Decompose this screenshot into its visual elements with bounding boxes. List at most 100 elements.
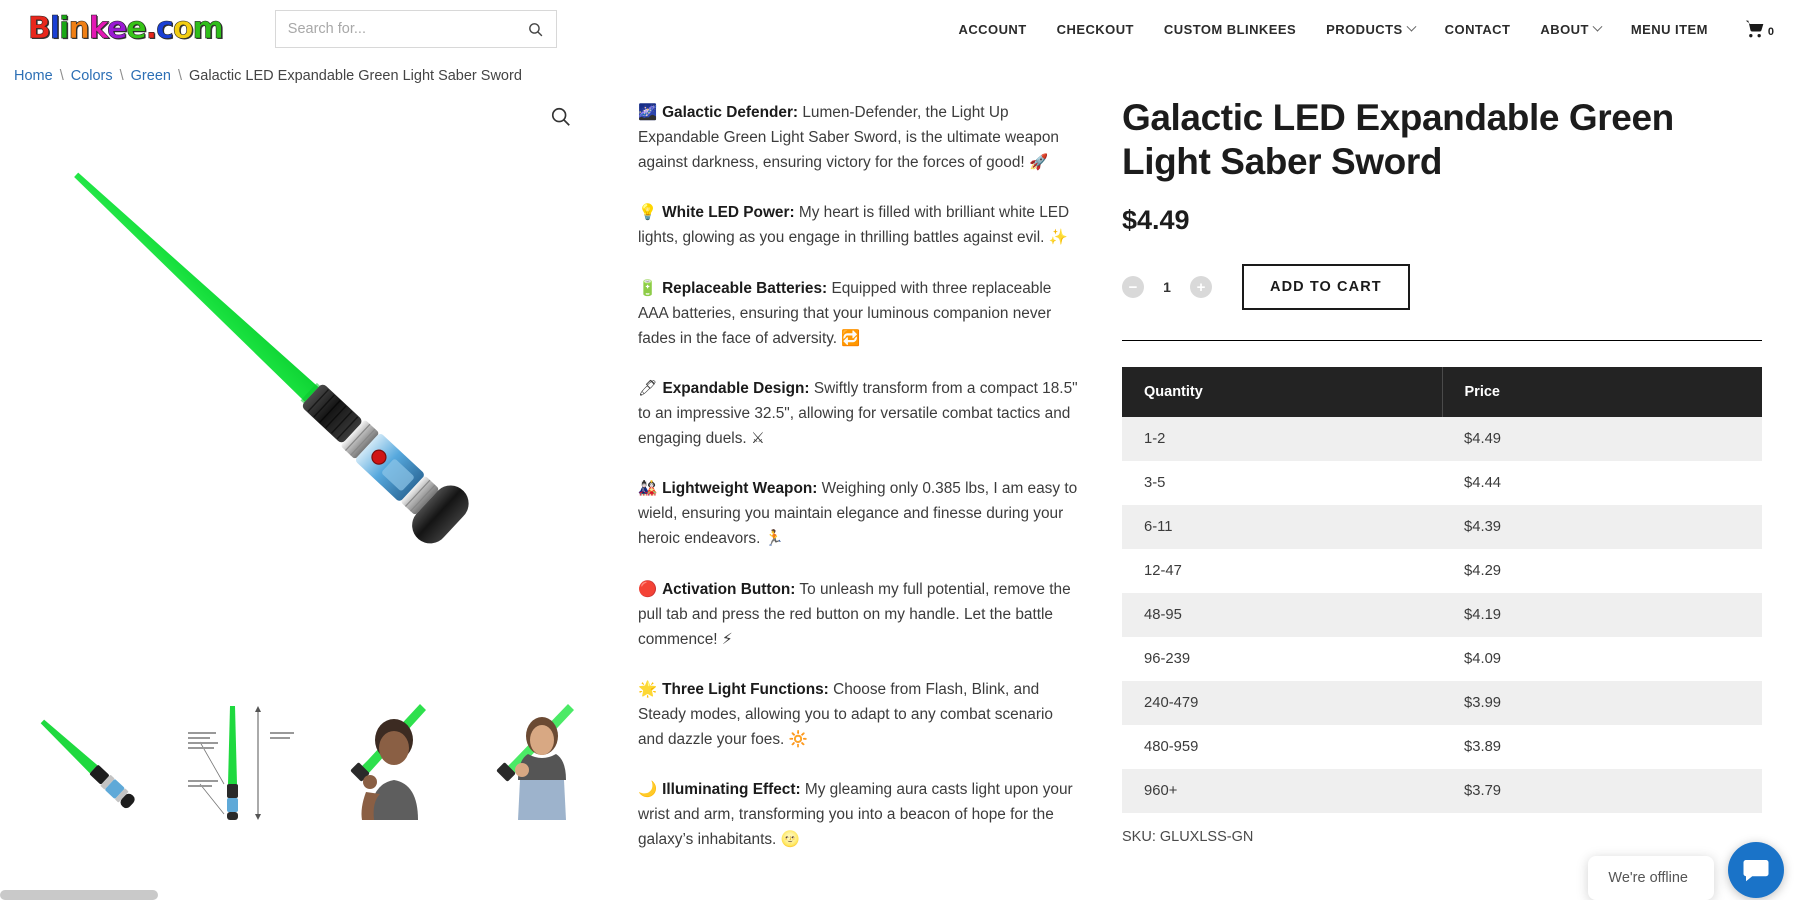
paragraph-heading: Galactic Defender: bbox=[662, 104, 799, 121]
horizontal-scrollbar[interactable] bbox=[0, 890, 158, 900]
thumbnail-image-1 bbox=[188, 706, 294, 820]
cell-price: $3.89 bbox=[1442, 725, 1762, 770]
description-paragraph-4: 🎎 Lightweight Weapon: Weighing only 0.38… bbox=[638, 476, 1078, 551]
breadcrumb-link-colors[interactable]: Colors bbox=[71, 68, 113, 84]
nav-item-checkout[interactable]: CHECKOUT bbox=[1057, 22, 1134, 37]
cell-quantity: 1-2 bbox=[1122, 417, 1442, 462]
nav-item-custom-blinkees[interactable]: CUSTOM BLINKEES bbox=[1164, 22, 1296, 37]
cell-quantity: 480-959 bbox=[1122, 725, 1442, 770]
table-row: 6-11 $4.39 bbox=[1122, 505, 1762, 550]
table-row: 480-959 $3.89 bbox=[1122, 725, 1762, 770]
table-row: 12-47 $4.29 bbox=[1122, 549, 1762, 594]
nav-item-label: ACCOUNT bbox=[958, 21, 1027, 37]
paragraph-trailing-emoji: 🌝 bbox=[780, 830, 800, 849]
thumbnail-0[interactable] bbox=[8, 696, 158, 824]
page-title: Galactic LED Expandable Green Light Sabe… bbox=[1122, 97, 1674, 182]
nav-item-about[interactable]: ABOUT bbox=[1540, 21, 1603, 37]
paragraph-trailing-emoji: ⚡ bbox=[721, 629, 733, 648]
tier-pricing-table: Quantity Price 1-2 $4.49 3-5 $4.44 6-11 $4.39… bbox=[1122, 367, 1762, 814]
cell-quantity: 240-479 bbox=[1122, 681, 1442, 726]
paragraph-lead-emoji: 🔋 bbox=[638, 278, 663, 297]
paragraph-heading: Activation Button: bbox=[662, 580, 796, 598]
paragraph-lead-emoji: 🎎 bbox=[638, 479, 663, 498]
cell-price: $4.19 bbox=[1442, 593, 1762, 638]
thumbnail-3[interactable] bbox=[458, 696, 608, 824]
site-header: Blinkee.com ACCOUNT CHECKOUT CUSTOM BLINKE… bbox=[0, 0, 1800, 58]
table-row: 3-5 $4.44 bbox=[1122, 461, 1762, 506]
description-paragraph-2: 🔋 Replaceable Batteries: Equipped with t… bbox=[638, 276, 1078, 351]
thumbnail-image-3 bbox=[496, 704, 574, 820]
chevron-down-icon bbox=[1406, 21, 1417, 32]
description-paragraph-0: 🌌 Galactic Defender: Lumen-Defender, the… bbox=[638, 100, 1078, 175]
logo-letter-9: o bbox=[172, 11, 194, 46]
nav-item-label: ABOUT bbox=[1540, 21, 1589, 37]
table-row: 96-239 $4.09 bbox=[1122, 637, 1762, 682]
paragraph-heading: Three Light Functions: bbox=[662, 680, 829, 698]
nav-item-account[interactable]: ACCOUNT bbox=[959, 22, 1027, 37]
product-sku: SKU: GLUXLSS-GN bbox=[1122, 829, 1254, 846]
chat-launcher-button[interactable] bbox=[1728, 842, 1784, 898]
paragraph-lead-emoji: 🔴 bbox=[638, 579, 663, 598]
cell-price: $4.39 bbox=[1442, 505, 1762, 550]
add-to-cart-button[interactable]: ADD TO CART bbox=[1242, 264, 1410, 311]
cell-quantity: 48-95 bbox=[1122, 593, 1442, 638]
cart-button[interactable]: 0 bbox=[1744, 19, 1774, 39]
nav-item-products[interactable]: PRODUCTS bbox=[1326, 21, 1417, 37]
breadcrumb: Home \ Colors \ Green \ Galactic LED Expandabl… bbox=[0, 58, 1800, 88]
nav-item-label: CUSTOM BLINKEES bbox=[1163, 21, 1297, 37]
quantity-value[interactable]: 1 bbox=[1144, 279, 1190, 295]
column-header-quantity: Quantity bbox=[1122, 367, 1443, 418]
paragraph-lead-emoji: 🌌 bbox=[638, 103, 663, 121]
cell-price: $4.44 bbox=[1442, 461, 1762, 506]
paragraph-heading: Replaceable Batteries: bbox=[662, 279, 828, 297]
cell-price: $4.49 bbox=[1442, 417, 1762, 462]
cell-price: $3.99 bbox=[1442, 681, 1762, 726]
nav-item-menu-item[interactable]: MENU ITEM bbox=[1631, 22, 1708, 37]
paragraph-trailing-emoji: 🔁 bbox=[841, 328, 861, 347]
paragraph-trailing-emoji: 🏃 bbox=[764, 529, 784, 548]
breadcrumb-link-green[interactable]: Green bbox=[131, 68, 171, 84]
search-box[interactable] bbox=[274, 10, 557, 48]
nav-item-label: CONTACT bbox=[1444, 21, 1511, 37]
paragraph-trailing-emoji: ⚔ bbox=[750, 429, 765, 448]
quantity-increase-button[interactable]: + bbox=[1190, 276, 1212, 299]
breadcrumb-separator: \ bbox=[59, 68, 64, 84]
description-paragraph-1: 💡 White LED Power: My heart is filled wi… bbox=[638, 200, 1078, 250]
main-product-image[interactable] bbox=[8, 96, 608, 686]
paragraph-heading: Lightweight Weapon: bbox=[662, 480, 818, 498]
nav-item-label: MENU ITEM bbox=[1630, 21, 1708, 37]
breadcrumb-separator: \ bbox=[119, 68, 124, 84]
chat-status-bubble[interactable]: We're offline bbox=[1588, 856, 1714, 900]
nav-item-contact[interactable]: CONTACT bbox=[1445, 22, 1511, 37]
quantity-stepper[interactable]: − 1 + bbox=[1122, 276, 1212, 299]
paragraph-trailing-emoji: 🔆 bbox=[788, 730, 808, 749]
paragraph-heading: Illuminating Effect: bbox=[662, 781, 801, 799]
table-row: 1-2 $4.49 bbox=[1122, 417, 1762, 462]
table-row: 960+ $3.79 bbox=[1122, 769, 1762, 814]
logo-letter-5: e bbox=[106, 11, 128, 46]
thumbnail-1[interactable] bbox=[158, 696, 308, 824]
logo-letter-3: n bbox=[68, 11, 90, 46]
product-price: $4.49 bbox=[1122, 205, 1190, 236]
cart-count-badge: 0 bbox=[1767, 26, 1774, 38]
logo-letter-10: m bbox=[192, 11, 224, 46]
thumbnail-strip bbox=[8, 696, 608, 824]
site-logo[interactable]: Blinkee.com bbox=[28, 11, 233, 46]
table-header-row: Quantity Price bbox=[1122, 367, 1762, 418]
paragraph-lead-emoji: 🖊 bbox=[638, 378, 663, 397]
cell-price: $4.09 bbox=[1442, 637, 1762, 682]
logo-letter-4: k bbox=[88, 11, 109, 46]
product-page-main: 🌌 Galactic Defender: Lumen-Defender, the… bbox=[0, 88, 1800, 900]
nav-item-label: CHECKOUT bbox=[1056, 21, 1134, 37]
paragraph-trailing-emoji: 🚀 bbox=[1028, 153, 1049, 172]
paragraph-lead-emoji: 💡 bbox=[638, 203, 663, 222]
thumbnail-2[interactable] bbox=[308, 696, 458, 824]
logo-letter-7: . bbox=[145, 11, 157, 46]
search-input[interactable] bbox=[287, 21, 527, 37]
shopping-cart-icon bbox=[1745, 20, 1764, 38]
breadcrumb-link-home[interactable]: Home bbox=[14, 68, 53, 84]
quantity-decrease-button[interactable]: − bbox=[1122, 276, 1144, 299]
search-icon[interactable] bbox=[527, 21, 544, 38]
paragraph-heading: Expandable Design: bbox=[662, 379, 810, 397]
purchase-controls: − 1 + ADD TO CART bbox=[1122, 264, 1762, 342]
